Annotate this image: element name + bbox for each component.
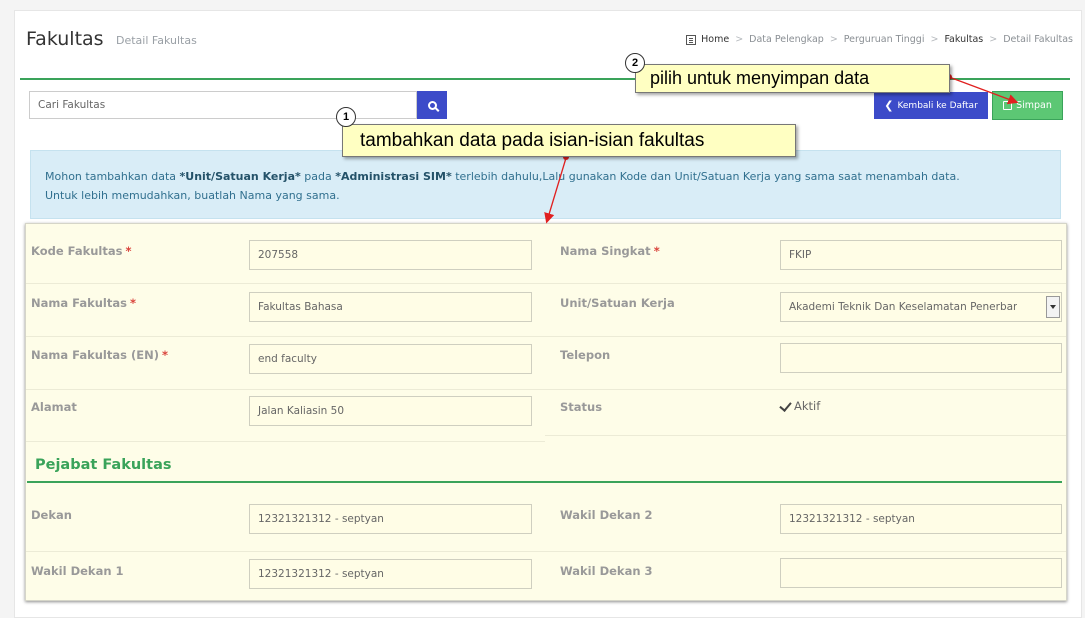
search-icon (427, 100, 437, 110)
kode-fakultas-input[interactable]: 207558 (249, 240, 532, 270)
wakil-dekan-1-input[interactable]: 12321321312 - septyan (249, 559, 532, 589)
annotation-2-badge: 2 (625, 53, 645, 73)
save-icon (1003, 101, 1013, 110)
back-to-list-button[interactable]: ❮ Kembali ke Daftar (874, 92, 988, 119)
nama-fakultas-en-input[interactable]: end faculty (249, 344, 532, 374)
telepon-input[interactable] (780, 343, 1062, 373)
back-to-list-label: Kembali ke Daftar (897, 100, 978, 111)
breadcrumb-item-fakultas[interactable]: Fakultas (944, 34, 983, 45)
row-divider (26, 441, 545, 442)
status-label: Status (560, 400, 603, 414)
breadcrumb-separator: > (829, 34, 838, 45)
row-divider (545, 435, 1066, 436)
search-input[interactable] (29, 91, 417, 119)
wakil-dekan-2-input[interactable]: 12321321312 - septyan (780, 504, 1062, 534)
breadcrumb-separator: > (930, 34, 939, 45)
breadcrumb: Home > Data Pelengkap > Perguruan Tinggi… (686, 34, 1073, 45)
annotation-1-callout: tambahkan data pada isian-isian fakultas (342, 124, 796, 157)
breadcrumb-item-data-pelengkap[interactable]: Data Pelengkap (749, 34, 824, 45)
unit-kerja-select[interactable]: Akademi Teknik Dan Keselamatan Penerbar (780, 292, 1062, 322)
alamat-input[interactable]: Jalan Kaliasin 50 (249, 396, 532, 426)
row-divider (26, 551, 1066, 552)
chevron-down-icon[interactable] (1046, 296, 1060, 318)
wakil-dekan-2-label: Wakil Dekan 2 (560, 508, 653, 522)
status-checkbox-label: Aktif (794, 399, 821, 413)
telepon-label: Telepon (560, 348, 611, 362)
unit-kerja-selected: Akademi Teknik Dan Keselamatan Penerbar (789, 301, 1018, 313)
wakil-dekan-1-label: Wakil Dekan 1 (31, 564, 124, 578)
unit-kerja-label: Unit/Satuan Kerja (560, 296, 675, 310)
save-button[interactable]: Simpan (992, 91, 1063, 120)
dekan-label: Dekan (31, 508, 72, 522)
breadcrumb-item-detail-fakultas: Detail Fakultas (1003, 34, 1073, 45)
nama-singkat-label: Nama Singkat * (560, 244, 660, 258)
breadcrumb-item-home[interactable]: Home (701, 34, 729, 45)
row-divider (26, 283, 1066, 284)
search-button[interactable] (417, 91, 447, 119)
kode-fakultas-label: Kode Fakultas * (31, 244, 132, 258)
nama-singkat-input[interactable]: FKIP (780, 240, 1062, 270)
checkmark-icon (779, 400, 791, 412)
annotation-1-text: tambahkan data pada isian-isian fakultas (360, 129, 705, 151)
save-label: Simpan (1016, 100, 1052, 111)
info-alert: Mohon tambahkan data *Unit/Satuan Kerja*… (30, 150, 1061, 219)
pejabat-section-title: Pejabat Fakultas (35, 457, 172, 473)
breadcrumb-separator: > (735, 34, 744, 45)
form-panel (25, 223, 1067, 601)
alert-line-1: Mohon tambahkan data *Unit/Satuan Kerja*… (45, 170, 960, 183)
nama-fakultas-input[interactable]: Fakultas Bahasa (249, 292, 532, 322)
nama-fakultas-en-label: Nama Fakultas (EN) * (31, 348, 168, 362)
wakil-dekan-3-label: Wakil Dekan 3 (560, 564, 653, 578)
annotation-2-text: pilih untuk menyimpan data (650, 68, 870, 88)
alert-line-2: Untuk lebih memudahkan, buatlah Nama yan… (45, 189, 340, 202)
breadcrumb-item-perguruan-tinggi[interactable]: Perguruan Tinggi (844, 34, 925, 45)
wakil-dekan-3-input[interactable] (780, 558, 1062, 588)
row-divider (26, 389, 1066, 390)
row-divider (26, 336, 1066, 337)
chevron-left-icon: ❮ (884, 99, 894, 112)
search-bar (29, 91, 447, 119)
section-divider (27, 481, 1062, 483)
alamat-label: Alamat (31, 400, 77, 414)
page-subtitle: Detail Fakultas (116, 34, 197, 47)
annotation-2-callout: pilih untuk menyimpan data (635, 64, 950, 93)
dashboard-icon (686, 34, 697, 45)
dekan-input[interactable]: 12321321312 - septyan (249, 504, 532, 534)
page-title: Fakultas (26, 28, 104, 50)
breadcrumb-separator: > (989, 34, 998, 45)
annotation-1-badge: 1 (336, 107, 356, 127)
nama-fakultas-label: Nama Fakultas * (31, 296, 136, 310)
status-checkbox[interactable]: Aktif (779, 399, 820, 413)
